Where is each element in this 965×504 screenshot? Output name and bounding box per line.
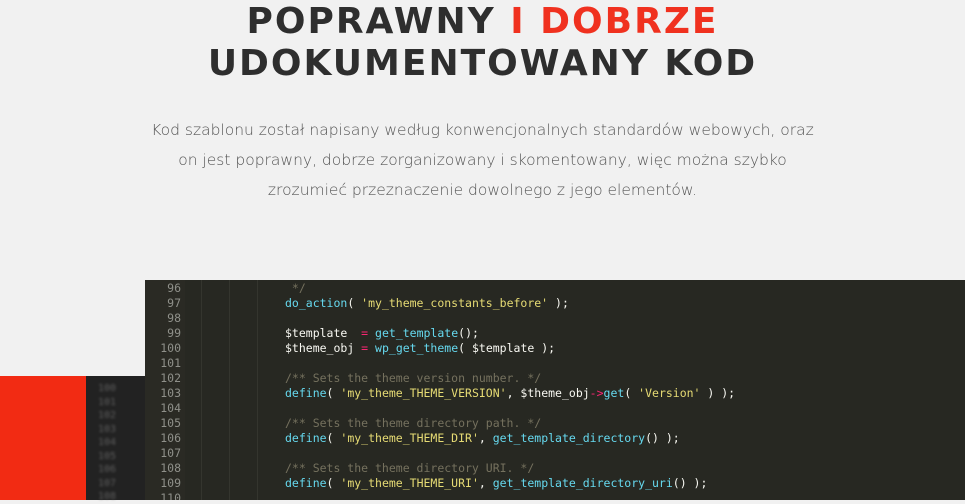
code-token: $template <box>285 326 362 340</box>
background-line-number: 103 <box>98 423 117 435</box>
code-token: do_action <box>285 296 348 310</box>
code-token: , <box>478 431 493 445</box>
code-token: ); <box>548 296 569 310</box>
code-token: ( $template ); <box>458 341 556 355</box>
code-token: define <box>285 476 327 490</box>
code-text: define( 'my_theme_THEME_URI', get_templa… <box>285 476 707 491</box>
code-line: 103 define( 'my_theme_THEME_VERSION', $th… <box>145 386 965 401</box>
code-token: ( <box>326 386 341 400</box>
line-number: 97 <box>167 296 181 310</box>
heading-line-1: POPRAWNY I DOBRZE <box>0 2 965 42</box>
line-number: 109 <box>160 476 181 490</box>
code-token: /** Sets the theme version number. */ <box>285 371 542 385</box>
heading-line-2: UDOKUMENTOWANY KOD <box>207 43 758 84</box>
code-token: get_template_directory <box>492 431 646 445</box>
code-text: $template = get_template(); <box>285 326 479 341</box>
red-accent-block <box>0 376 90 500</box>
heading-prefix: POPRAWNY <box>246 1 496 42</box>
code-token: 'my_theme_constants_before' <box>361 296 549 310</box>
background-line-number: 104 <box>98 437 117 448</box>
code-token: (); <box>458 326 479 340</box>
background-line-number: 107 <box>98 477 117 489</box>
code-token: get <box>603 386 625 400</box>
line-number: 98 <box>167 311 181 325</box>
code-token: */ <box>285 281 306 295</box>
code-line: 101 <box>145 356 965 371</box>
code-token: define <box>285 431 327 445</box>
background-line-number: 102 <box>98 410 117 421</box>
code-token: 'my_theme_THEME_VERSION' <box>340 386 507 400</box>
code-token: /** Sets the theme directory URI. */ <box>285 461 535 475</box>
line-number: 110 <box>160 491 181 500</box>
background-line-number: 100 <box>98 383 117 394</box>
code-editor: 96 */97 do_action( 'my_theme_constants_be… <box>145 280 965 500</box>
code-token: wp_get_theme <box>375 341 459 355</box>
code-text: */ <box>285 281 306 296</box>
section-description: Kod szablonu został napisany według konw… <box>151 121 814 199</box>
code-token: 'Version' <box>638 386 701 400</box>
code-text: /** Sets the theme directory path. */ <box>285 416 541 431</box>
code-text: define( 'my_theme_THEME_DIR', get_templa… <box>285 431 680 446</box>
code-token: () ); <box>672 476 708 490</box>
code-line: 104 <box>145 401 965 416</box>
code-token: ( <box>326 476 341 490</box>
code-token: ( <box>347 296 362 310</box>
code-token: -> <box>589 386 604 400</box>
line-number: 105 <box>160 416 181 430</box>
code-token: get_template <box>375 326 459 340</box>
code-line: 106 define( 'my_theme_THEME_DIR', get_tem… <box>145 431 965 446</box>
background-line-number: 105 <box>98 450 117 462</box>
background-line-number: 106 <box>98 464 117 475</box>
heading-accent: I DOBRZE <box>510 1 719 42</box>
code-line: 98 <box>145 311 965 326</box>
code-line: 110 <box>145 491 965 500</box>
line-number: 96 <box>167 281 181 295</box>
line-number: 107 <box>160 446 181 460</box>
code-line: 102 /** Sets the theme version number. */ <box>145 371 965 386</box>
code-token: $theme_obj <box>285 341 362 355</box>
code-line: 97 do_action( 'my_theme_constants_before'… <box>145 296 965 311</box>
code-line: 99 $template = get_template(); <box>145 326 965 341</box>
code-token: ( <box>326 431 341 445</box>
code-line: 100 $theme_obj = wp_get_theme( $template … <box>145 341 965 356</box>
line-number: 100 <box>160 341 181 355</box>
code-text: define( 'my_theme_THEME_VERSION', $theme… <box>285 386 735 401</box>
code-line: 109 define( 'my_theme_THEME_URI', get_tem… <box>145 476 965 491</box>
code-text: /** Sets the theme directory URI. */ <box>285 461 534 476</box>
line-number: 99 <box>167 326 181 340</box>
line-number: 102 <box>160 371 181 385</box>
code-line: 105 /** Sets the theme directory path. */ <box>145 416 965 431</box>
code-line: 108 /** Sets the theme directory URI. */ <box>145 461 965 476</box>
code-token: ) ); <box>700 386 736 400</box>
background-code-preview: 100 101 102 103 104 105 106 107 108 <box>86 376 146 502</box>
line-number: 101 <box>160 356 181 370</box>
code-text: /** Sets the theme version number. */ <box>285 371 541 386</box>
background-line-number: 108 <box>98 491 117 502</box>
code-token: () ); <box>645 431 680 445</box>
code-token: define <box>285 386 327 400</box>
code-token: ( <box>624 386 639 400</box>
code-text: do_action( 'my_theme_constants_before' )… <box>285 296 569 311</box>
code-line: 96 */ <box>145 281 965 296</box>
code-token: 'my_theme_THEME_DIR' <box>340 431 479 445</box>
line-number: 108 <box>160 461 181 475</box>
code-line: 107 <box>145 446 965 461</box>
line-number: 106 <box>160 431 181 445</box>
code-token: 'my_theme_THEME_URI' <box>340 476 479 490</box>
line-number: 104 <box>160 401 181 415</box>
code-token: get_template_directory_uri <box>492 476 673 490</box>
code-text: $theme_obj = wp_get_theme( $template ); <box>285 341 555 356</box>
code-token: , <box>478 476 493 490</box>
line-number: 103 <box>160 386 181 400</box>
background-line-number: 101 <box>98 396 117 408</box>
code-token: , $theme_obj <box>506 386 590 400</box>
code-token: /** Sets the theme directory path. */ <box>285 416 542 430</box>
